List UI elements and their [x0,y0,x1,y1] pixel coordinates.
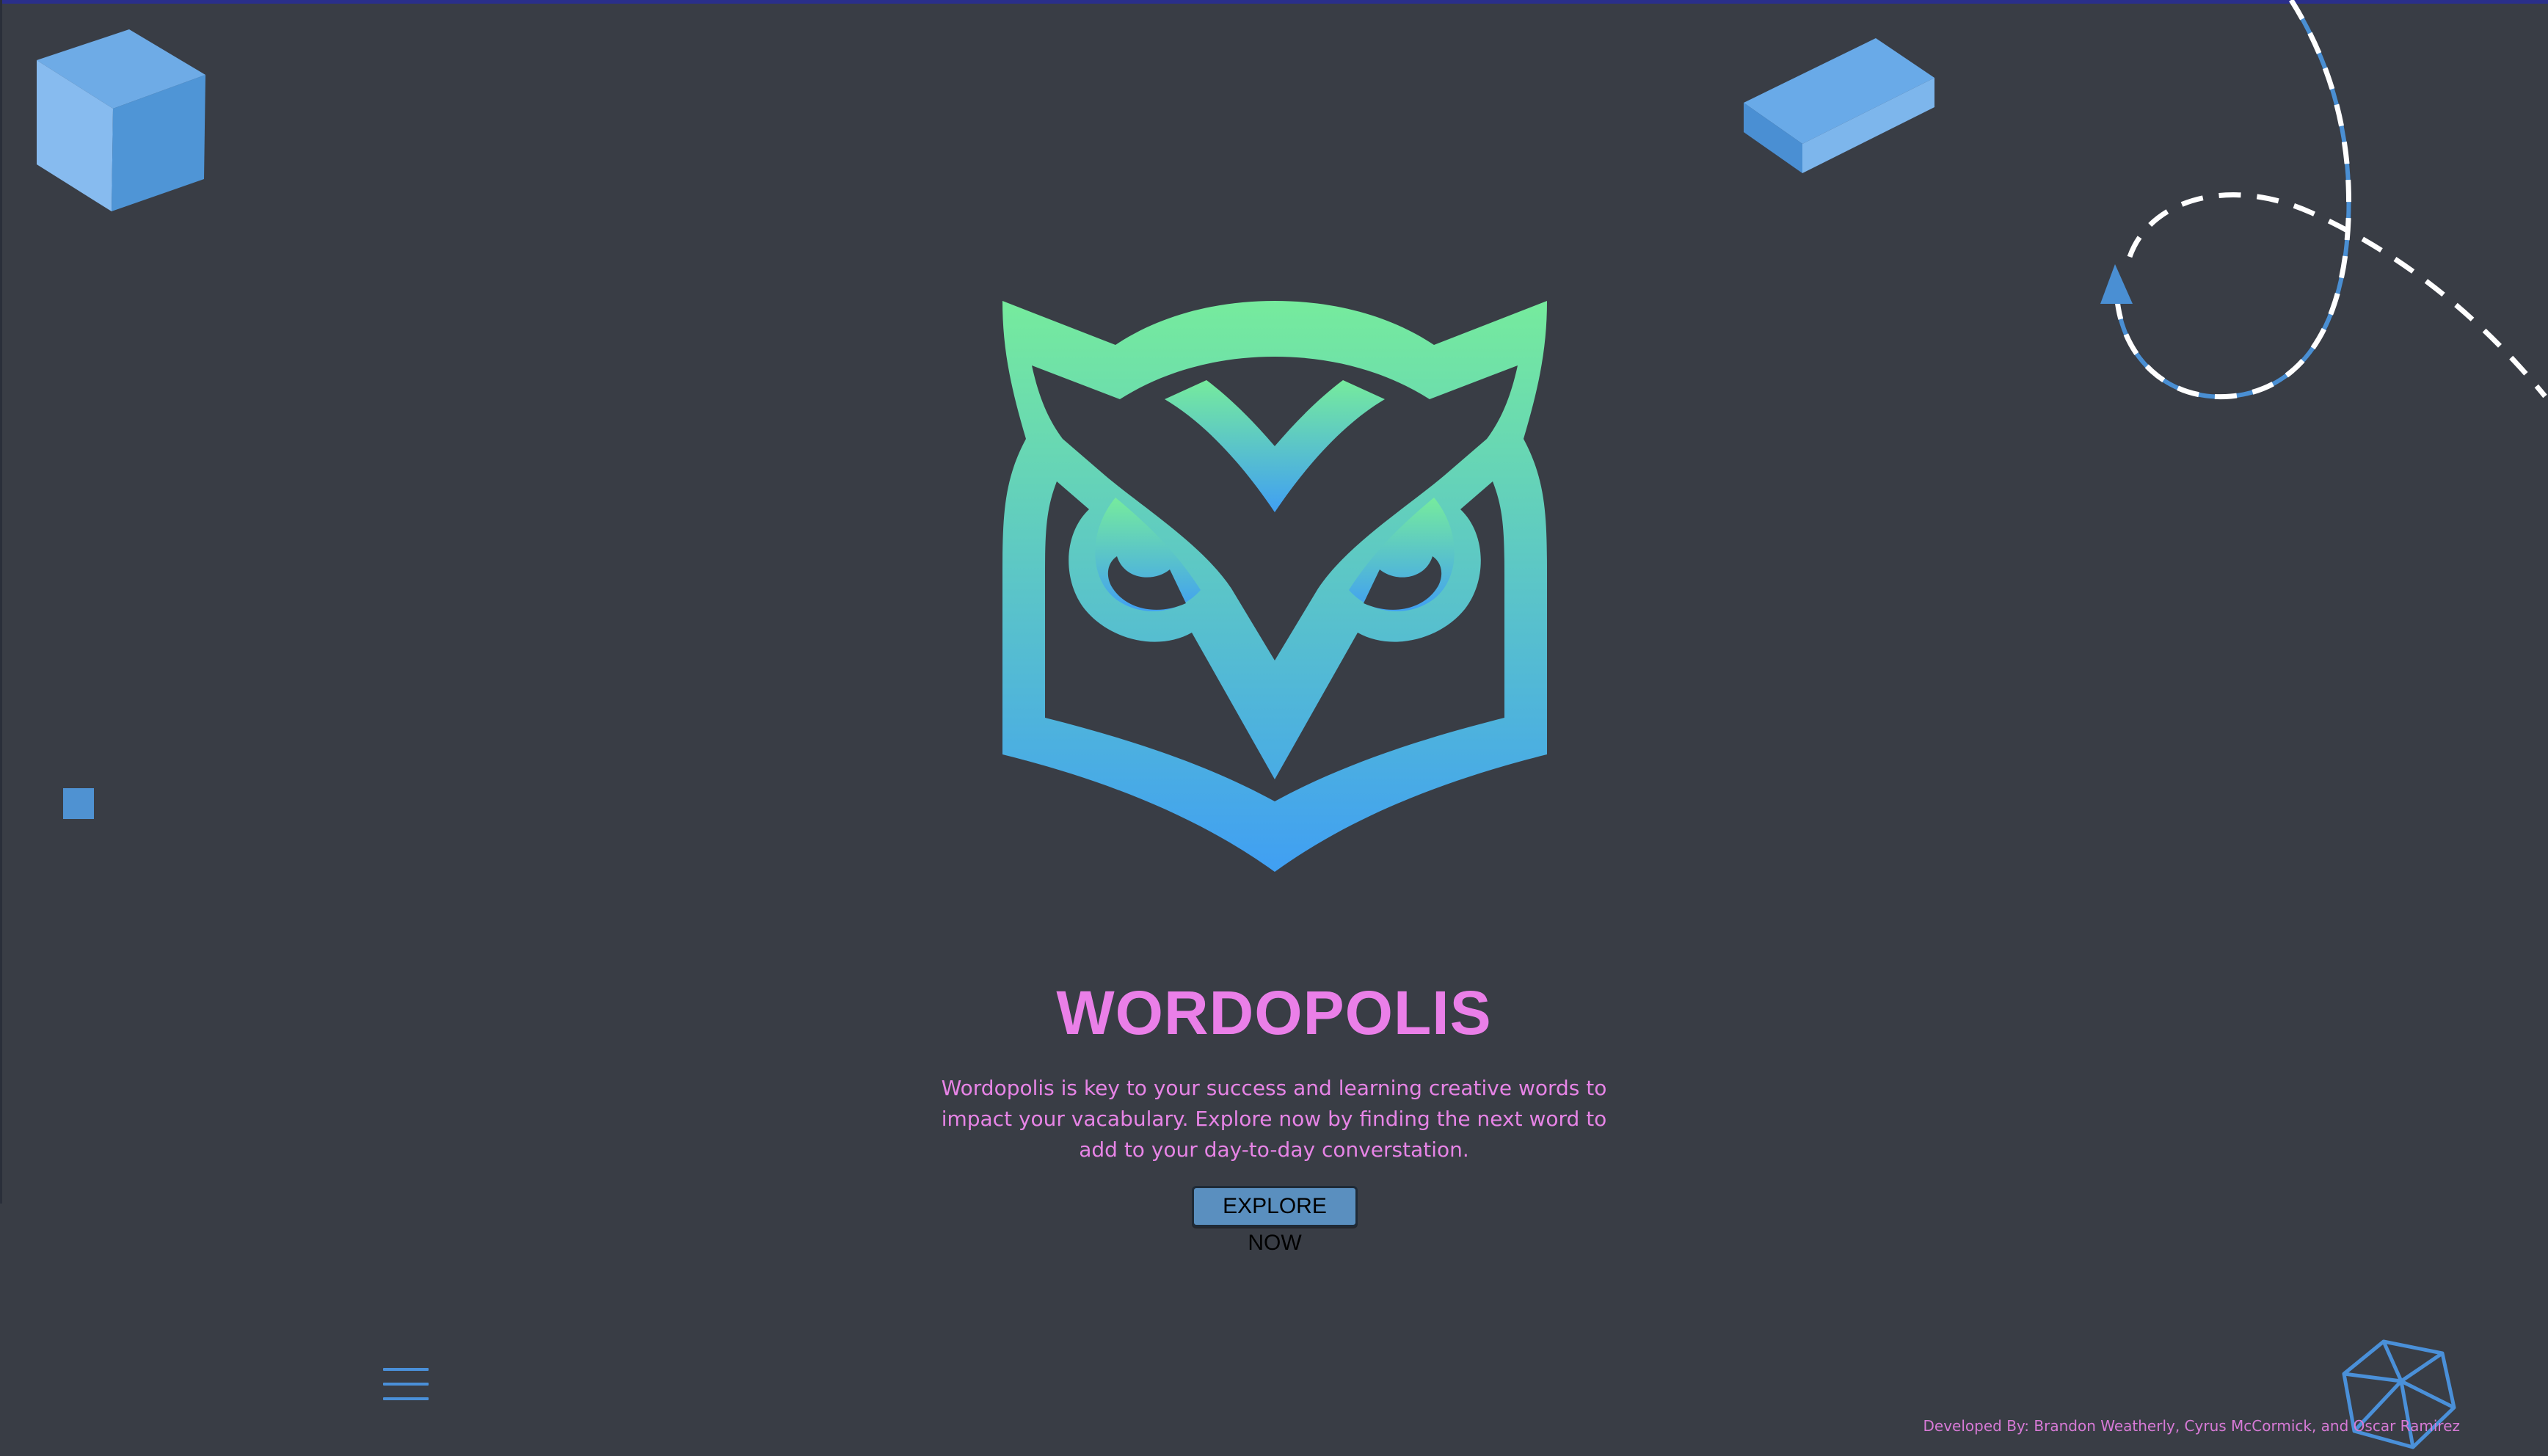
dashed-loop-path-with-arrow [2100,0,2547,400]
page-title: WORDOPOLIS [1056,978,1492,1047]
hamburger-menu-icon[interactable] [382,1365,430,1403]
cube-icon [37,29,205,211]
hero-description: Wordopolis is key to your success and le… [941,1076,1607,1162]
rectangular-block-icon [1744,38,1934,173]
wireframe-cube-icon [2342,1339,2456,1449]
explore-now-button[interactable]: EXPLORE NOW [1192,1186,1358,1255]
landing-page: WORDOPOLIS Wordopolis is key to your suc… [0,0,2548,1456]
footer-credits: Developed By: Brandon Weatherly, Cyrus M… [1923,1417,2461,1435]
small-square-icon [63,788,94,819]
owl-logo-icon [1002,301,1547,872]
